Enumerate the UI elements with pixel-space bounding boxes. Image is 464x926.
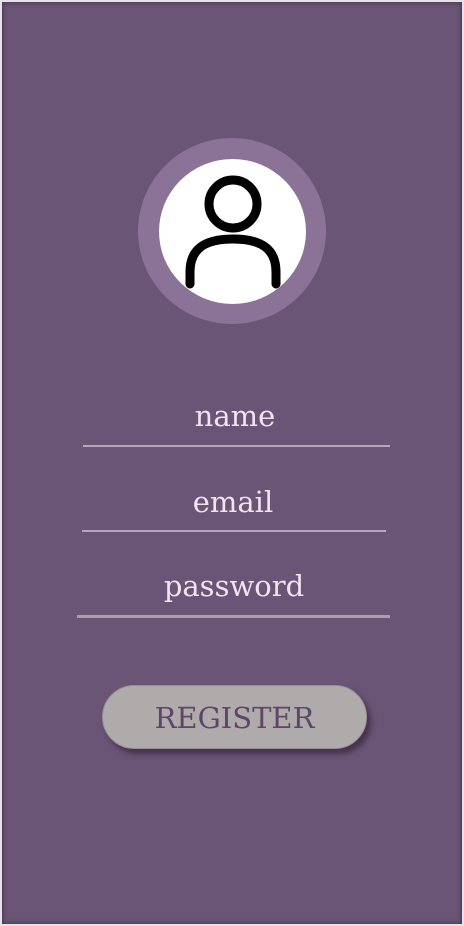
name-field[interactable] — [82, 394, 388, 438]
email-field[interactable] — [82, 480, 384, 524]
avatar — [159, 159, 306, 304]
password-underline — [77, 615, 390, 618]
email-underline — [82, 530, 386, 532]
register-button[interactable]: REGISTER — [102, 685, 367, 749]
password-field[interactable] — [78, 564, 390, 608]
user-icon — [185, 175, 281, 289]
name-underline — [83, 445, 390, 447]
register-screen: REGISTER — [2, 2, 462, 924]
